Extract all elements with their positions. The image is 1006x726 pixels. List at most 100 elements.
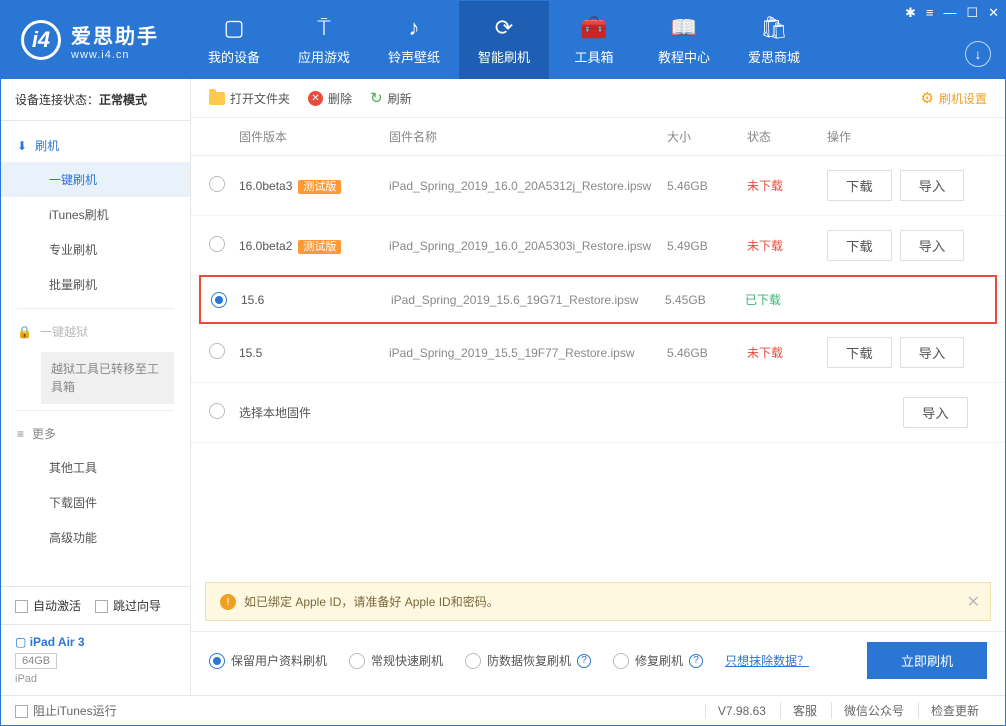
flash-now-button[interactable]: 立即刷机 <box>867 642 987 679</box>
block-itunes-checkbox[interactable]: 阻止iTunes运行 <box>15 702 117 719</box>
import-button[interactable]: 导入 <box>900 230 965 261</box>
fw-status: 未下载 <box>747 344 827 361</box>
opt-antirecover[interactable]: 防数据恢复刷机? <box>465 652 591 669</box>
fw-size: 5.49GB <box>667 239 747 253</box>
radio-button[interactable] <box>211 292 227 308</box>
download-button[interactable]: 下载 <box>827 170 892 201</box>
import-button[interactable]: 导入 <box>900 337 965 368</box>
sidebar-item-itunes[interactable]: iTunes刷机 <box>1 197 190 232</box>
notice-bar: ! 如已绑定 Apple ID，请准备好 Apple ID和密码。 ✕ <box>205 582 991 621</box>
header-right: ↓ <box>965 41 991 67</box>
opt-keep-data[interactable]: 保留用户资料刷机 <box>209 652 327 669</box>
download-button[interactable]: 下载 <box>827 337 892 368</box>
device-capacity: 64GB <box>15 653 57 669</box>
download-button[interactable]: ↓ <box>965 41 991 67</box>
book-icon: 📖 <box>670 15 697 41</box>
notice-text: 如已绑定 Apple ID，请准备好 Apple ID和密码。 <box>244 593 499 610</box>
opt-normal[interactable]: 常规快速刷机 <box>349 652 443 669</box>
th-name: 固件名称 <box>389 128 667 145</box>
import-button[interactable]: 导入 <box>900 170 965 201</box>
statusbar: 阻止iTunes运行 V7.98.63 客服 微信公众号 检查更新 <box>1 695 1005 725</box>
sidebar-item-oneclick[interactable]: 一键刷机 <box>1 162 190 197</box>
wechat[interactable]: 微信公众号 <box>831 702 916 719</box>
notice-close-button[interactable]: ✕ <box>967 592 980 612</box>
download-button[interactable]: 下载 <box>827 230 892 261</box>
app-header: i4 爱思助手 www.i4.cn ▢我的设备 ⍑应用游戏 ♪铃声壁纸 ⟳智能刷… <box>1 1 1005 79</box>
radio-button[interactable] <box>209 176 225 192</box>
nav-ringtone[interactable]: ♪铃声壁纸 <box>369 1 459 79</box>
app-logo: i4 爱思助手 www.i4.cn <box>1 20 179 61</box>
lock-icon: 🔒 <box>17 325 32 339</box>
beta-badge: 测试版 <box>298 240 341 254</box>
radio-button[interactable] <box>209 236 225 252</box>
refresh-icon: ↻ <box>370 89 383 107</box>
erase-link[interactable]: 只想抹除数据？ <box>725 652 809 669</box>
local-fw-label: 选择本地固件 <box>239 404 389 421</box>
delete-button[interactable]: ✕删除 <box>308 90 352 107</box>
more-icon: ≡ <box>17 427 24 441</box>
fw-name: iPad_Spring_2019_16.0_20A5303i_Restore.i… <box>389 239 667 253</box>
music-icon: ♪ <box>409 15 420 41</box>
close-icon[interactable]: ✕ <box>988 5 999 21</box>
toolbar: 打开文件夹 ✕删除 ↻刷新 ⚙刷机设置 <box>191 79 1005 118</box>
nav-apps[interactable]: ⍑应用游戏 <box>279 1 369 79</box>
radio-button[interactable] <box>209 343 225 359</box>
nav-toolbox[interactable]: 🧰工具箱 <box>549 1 639 79</box>
flash-small-icon: ⬇ <box>17 139 27 153</box>
fw-version: 16.0beta2测试版 <box>239 238 389 254</box>
refresh-button[interactable]: ↻刷新 <box>370 89 412 107</box>
app-url: www.i4.cn <box>71 49 159 61</box>
fw-size: 5.46GB <box>667 346 747 360</box>
version-label: V7.98.63 <box>705 704 778 718</box>
device-panel[interactable]: ▢ iPad Air 3 64GB iPad <box>1 624 190 695</box>
radio-local[interactable] <box>209 403 225 419</box>
toolbox-icon: 🧰 <box>580 15 607 41</box>
nav-shop[interactable]: 🛍爱思商城 <box>729 1 819 79</box>
nav-tutorial[interactable]: 📖教程中心 <box>639 1 729 79</box>
help-icon[interactable]: ? <box>577 654 591 668</box>
check-update[interactable]: 检查更新 <box>918 702 991 719</box>
window-controls: ✱ ≡ — ☐ ✕ <box>905 5 999 21</box>
opt-repair[interactable]: 修复刷机? <box>613 652 703 669</box>
sidebar-item-batch[interactable]: 批量刷机 <box>1 267 190 302</box>
nav-my-device[interactable]: ▢我的设备 <box>189 1 279 79</box>
app-name: 爱思助手 <box>71 26 159 48</box>
minimize-icon[interactable]: — <box>943 5 956 21</box>
firmware-row[interactable]: 16.0beta2测试版 iPad_Spring_2019_16.0_20A53… <box>191 216 1005 276</box>
fw-version: 15.6 <box>241 293 391 307</box>
firmware-row[interactable]: 16.0beta3测试版 iPad_Spring_2019_16.0_20A53… <box>191 156 1005 216</box>
main-content: 打开文件夹 ✕删除 ↻刷新 ⚙刷机设置 固件版本 固件名称 大小 状态 操作 1… <box>191 79 1005 695</box>
apps-icon: ⍑ <box>317 15 330 41</box>
th-size: 大小 <box>667 128 747 145</box>
help-icon-2[interactable]: ? <box>689 654 703 668</box>
fw-name: iPad_Spring_2019_15.5_19F77_Restore.ipsw <box>389 346 667 360</box>
sidebar-head-flash[interactable]: ⬇ 刷机 <box>1 129 190 162</box>
fw-size: 5.45GB <box>665 293 745 307</box>
th-ops: 操作 <box>827 128 987 145</box>
auto-activate-checkbox[interactable]: 自动激活 <box>15 597 81 614</box>
local-firmware-row[interactable]: 选择本地固件 导入 <box>191 383 1005 443</box>
gear-icon: ⚙ <box>921 89 934 107</box>
sidebar-item-download-fw[interactable]: 下载固件 <box>1 485 190 520</box>
fw-status: 未下载 <box>747 237 827 254</box>
firmware-row[interactable]: 15.6 iPad_Spring_2019_15.6_19G71_Restore… <box>199 275 997 324</box>
settings-icon[interactable]: ✱ <box>905 5 916 21</box>
open-folder-button[interactable]: 打开文件夹 <box>209 90 290 107</box>
customer-service[interactable]: 客服 <box>780 702 829 719</box>
skip-guide-checkbox[interactable]: 跳过向导 <box>95 597 161 614</box>
firmware-row[interactable]: 15.5 iPad_Spring_2019_15.5_19F77_Restore… <box>191 323 1005 383</box>
th-status: 状态 <box>747 128 827 145</box>
nav-flash[interactable]: ⟳智能刷机 <box>459 1 549 79</box>
fw-size: 5.46GB <box>667 179 747 193</box>
sidebar-item-pro[interactable]: 专业刷机 <box>1 232 190 267</box>
sidebar-head-more[interactable]: ≡ 更多 <box>1 417 190 450</box>
menu-icon[interactable]: ≡ <box>926 5 934 21</box>
flash-settings-button[interactable]: ⚙刷机设置 <box>921 89 987 107</box>
maximize-icon[interactable]: ☐ <box>966 5 978 21</box>
sidebar-item-other[interactable]: 其他工具 <box>1 450 190 485</box>
table-header: 固件版本 固件名称 大小 状态 操作 <box>191 118 1005 156</box>
sidebar-item-advanced[interactable]: 高级功能 <box>1 520 190 555</box>
import-local-button[interactable]: 导入 <box>903 397 968 428</box>
folder-icon <box>209 92 225 105</box>
fw-version: 16.0beta3测试版 <box>239 178 389 194</box>
